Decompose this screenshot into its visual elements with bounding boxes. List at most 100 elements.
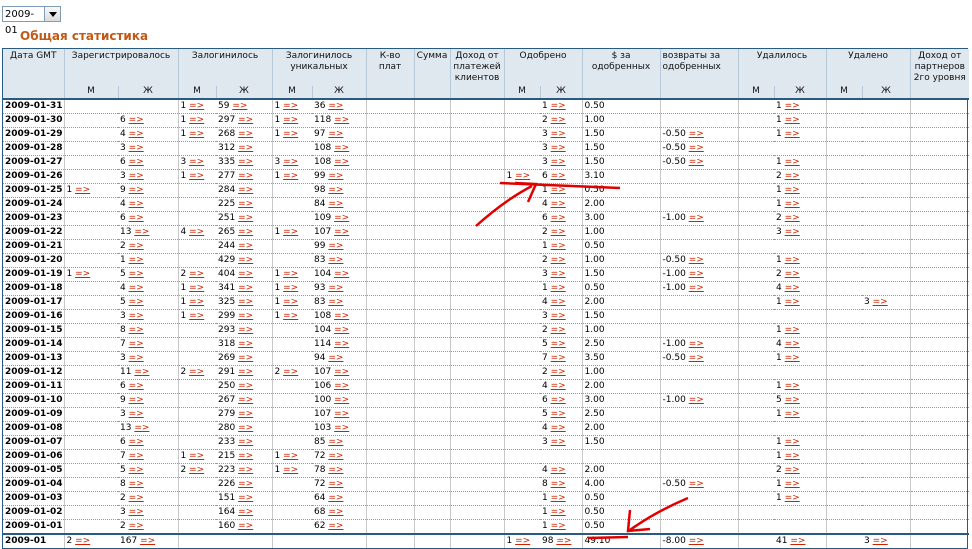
detail-link[interactable]: => (689, 353, 704, 363)
detail-link[interactable]: => (283, 465, 298, 475)
detail-link[interactable]: => (189, 227, 204, 237)
detail-link[interactable]: => (785, 115, 800, 125)
detail-link[interactable]: => (785, 269, 800, 279)
detail-link[interactable]: => (689, 255, 704, 265)
detail-link[interactable]: => (129, 311, 144, 321)
detail-link[interactable]: => (238, 521, 253, 531)
detail-link[interactable]: => (551, 297, 566, 307)
detail-link[interactable]: => (328, 451, 343, 461)
detail-link[interactable]: => (134, 367, 149, 377)
detail-link[interactable]: => (334, 213, 349, 223)
detail-link[interactable]: => (189, 311, 204, 321)
detail-link[interactable]: => (238, 395, 253, 405)
detail-link[interactable]: => (551, 493, 566, 503)
detail-link[interactable]: => (551, 437, 566, 447)
detail-link[interactable]: => (785, 465, 800, 475)
detail-link[interactable]: => (785, 339, 800, 349)
detail-link[interactable]: => (334, 409, 349, 419)
detail-link[interactable]: => (334, 115, 349, 125)
detail-link[interactable]: => (328, 353, 343, 363)
detail-link[interactable]: => (283, 227, 298, 237)
detail-link[interactable]: => (334, 423, 349, 433)
detail-link[interactable]: => (238, 507, 253, 517)
detail-link[interactable]: => (129, 395, 144, 405)
detail-link[interactable]: => (75, 536, 90, 546)
detail-link[interactable]: => (689, 143, 704, 153)
detail-link[interactable]: => (238, 129, 253, 139)
detail-link[interactable]: => (238, 143, 253, 153)
detail-link[interactable]: => (238, 115, 253, 125)
detail-link[interactable]: => (129, 199, 144, 209)
detail-link[interactable]: => (283, 171, 298, 181)
detail-link[interactable]: => (283, 129, 298, 139)
detail-link[interactable]: => (129, 171, 144, 181)
detail-link[interactable]: => (551, 367, 566, 377)
detail-link[interactable]: => (283, 157, 298, 167)
detail-link[interactable]: => (238, 339, 253, 349)
detail-link[interactable]: => (515, 536, 530, 546)
detail-link[interactable]: => (785, 283, 800, 293)
detail-link[interactable]: => (790, 536, 805, 546)
detail-link[interactable]: => (551, 339, 566, 349)
detail-link[interactable]: => (129, 213, 144, 223)
detail-link[interactable]: => (551, 521, 566, 531)
detail-link[interactable]: => (551, 423, 566, 433)
detail-link[interactable]: => (283, 269, 298, 279)
detail-link[interactable]: => (551, 311, 566, 321)
detail-link[interactable]: => (515, 171, 530, 181)
detail-link[interactable]: => (334, 381, 349, 391)
detail-link[interactable]: => (334, 311, 349, 321)
detail-link[interactable]: => (785, 213, 800, 223)
detail-link[interactable]: => (238, 493, 253, 503)
detail-link[interactable]: => (334, 143, 349, 153)
detail-link[interactable]: => (129, 465, 144, 475)
detail-link[interactable]: => (551, 507, 566, 517)
detail-link[interactable]: => (551, 171, 566, 181)
detail-link[interactable]: => (328, 241, 343, 251)
detail-link[interactable]: => (238, 325, 253, 335)
detail-link[interactable]: => (328, 507, 343, 517)
detail-link[interactable]: => (238, 437, 253, 447)
detail-link[interactable]: => (129, 381, 144, 391)
detail-link[interactable]: => (189, 283, 204, 293)
detail-link[interactable]: => (328, 297, 343, 307)
detail-link[interactable]: => (689, 269, 704, 279)
detail-link[interactable]: => (238, 311, 253, 321)
detail-link[interactable]: => (785, 353, 800, 363)
detail-link[interactable]: => (785, 451, 800, 461)
period-select-value[interactable]: 2009-01 (2, 6, 45, 36)
detail-link[interactable]: => (129, 353, 144, 363)
detail-link[interactable]: => (129, 185, 144, 195)
detail-link[interactable]: => (785, 395, 800, 405)
detail-link[interactable]: => (238, 255, 253, 265)
detail-link[interactable]: => (189, 129, 204, 139)
detail-link[interactable]: => (189, 171, 204, 181)
detail-link[interactable]: => (283, 283, 298, 293)
detail-link[interactable]: => (551, 409, 566, 419)
detail-link[interactable]: => (785, 297, 800, 307)
detail-link[interactable]: => (551, 101, 566, 111)
detail-link[interactable]: => (551, 269, 566, 279)
detail-link[interactable]: => (328, 101, 343, 111)
detail-link[interactable]: => (238, 269, 253, 279)
detail-link[interactable]: => (129, 409, 144, 419)
detail-link[interactable]: => (689, 157, 704, 167)
detail-link[interactable]: => (551, 465, 566, 475)
detail-link[interactable]: => (238, 353, 253, 363)
detail-link[interactable]: => (129, 269, 144, 279)
chevron-down-icon[interactable] (45, 6, 61, 22)
detail-link[interactable]: => (129, 325, 144, 335)
detail-link[interactable]: => (551, 115, 566, 125)
detail-link[interactable]: => (689, 536, 704, 546)
detail-link[interactable]: => (238, 241, 253, 251)
detail-link[interactable]: => (134, 423, 149, 433)
detail-link[interactable]: => (328, 283, 343, 293)
detail-link[interactable]: => (238, 297, 253, 307)
detail-link[interactable]: => (134, 227, 149, 237)
detail-link[interactable]: => (189, 465, 204, 475)
detail-link[interactable]: => (328, 185, 343, 195)
detail-link[interactable]: => (785, 381, 800, 391)
detail-link[interactable]: => (283, 311, 298, 321)
detail-link[interactable]: => (129, 507, 144, 517)
detail-link[interactable]: => (129, 115, 144, 125)
